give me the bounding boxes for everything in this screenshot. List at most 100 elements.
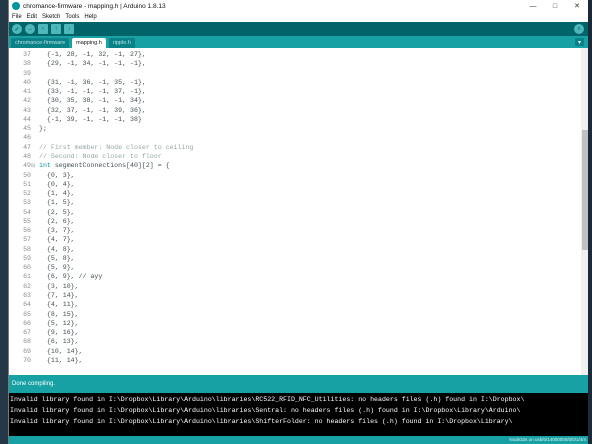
line-number: 68 — [23, 338, 31, 346]
keyword: int — [39, 162, 51, 170]
code-line: {2, 5}, — [39, 208, 75, 216]
line-number: 58 — [23, 245, 31, 253]
line-number: 53 — [23, 199, 31, 207]
code-line: {10, 14}, — [39, 347, 83, 355]
line-number: 49 — [23, 162, 31, 170]
serial-monitor-button[interactable]: ⌕ — [574, 24, 584, 34]
code-line: {2, 6}, — [39, 217, 75, 225]
new-button[interactable]: ▫ — [38, 24, 48, 34]
line-number: 52 — [23, 190, 31, 198]
title-bar: chromance-firmware - mapping.h | Arduino… — [9, 0, 588, 12]
code-line: {3, 10}, — [39, 282, 79, 290]
line-number-gutter: 37 38 39 40 41 42 43 44 45 46 47 48 49 50 51 52 53 54 55 56… — [9, 48, 33, 375]
line-number: 59 — [23, 254, 31, 262]
verify-icon: ✓ — [14, 26, 20, 33]
menu-edit[interactable]: Edit — [27, 14, 37, 20]
save-button[interactable]: ↓ — [64, 24, 74, 34]
code-line: {30, 35, 38, -1, -1, 34}, — [39, 97, 146, 105]
vertical-scrollbar[interactable] — [581, 48, 588, 375]
code-line: {0, 4}, — [39, 180, 75, 188]
code-editor[interactable]: 37 38 39 40 41 42 43 44 45 46 47 48 49 50 51 52 53 54 55 56… — [9, 48, 588, 375]
open-icon: ↑ — [54, 26, 58, 32]
line-number: 39 — [23, 69, 31, 77]
line-number: 65 — [23, 310, 31, 318]
line-number: 56 — [23, 227, 31, 235]
code-line: {5, 8}, — [39, 254, 75, 262]
line-number: 48 — [23, 152, 31, 160]
code-line: {5, 9}, — [39, 264, 75, 272]
line-number: 38 — [23, 60, 31, 68]
line-number: 70 — [23, 356, 31, 364]
menu-file[interactable]: File — [12, 14, 22, 20]
code-line: {3, 7}, — [39, 227, 75, 235]
code-line: {6, 9}, // ayy — [39, 273, 103, 281]
status-message: Done compiling. — [12, 381, 56, 387]
code-line: {4, 8}, — [39, 245, 75, 253]
code-line: {9, 16}, — [39, 329, 79, 337]
code-line: {11, 14}, — [39, 356, 83, 364]
arduino-icon — [12, 2, 20, 10]
maximize-button[interactable]: □ — [544, 0, 566, 12]
code-line: {-1, 28, -1, 32, -1, 27}, — [39, 51, 146, 58]
line-number: 66 — [23, 319, 31, 327]
serial-monitor-icon: ⌕ — [577, 25, 581, 32]
line-number: 61 — [23, 273, 31, 281]
line-number: 69 — [23, 347, 31, 355]
tab-menu-button[interactable]: ▾ — [575, 38, 584, 46]
line-number: 45 — [23, 125, 31, 133]
line-number: 42 — [23, 97, 31, 105]
line-number: 63 — [23, 292, 31, 300]
window-controls: — □ ✕ — [522, 0, 588, 12]
line-number: 47 — [23, 143, 31, 151]
line-number: 46 — [23, 134, 31, 142]
chevron-down-icon: ▾ — [577, 39, 581, 46]
line-number: 55 — [23, 217, 31, 225]
line-number: 60 — [23, 264, 31, 272]
console-output[interactable]: Invalid library found in I:\Dropbox\Libr… — [9, 393, 588, 436]
tab-ripple-h[interactable]: ripple.h — [108, 38, 135, 48]
tab-mapping-h[interactable]: mapping.h — [72, 38, 106, 48]
menu-help[interactable]: Help — [84, 14, 96, 20]
line-number: 40 — [23, 78, 31, 86]
code-line: {-1, 39, -1, -1, -1, 38} — [39, 115, 142, 123]
new-icon: ▫ — [41, 26, 45, 32]
menu-tools[interactable]: Tools — [65, 14, 79, 20]
line-number: 64 — [23, 301, 31, 309]
line-number: 44 — [23, 115, 31, 123]
arduino-ide-window: chromance-firmware - mapping.h | Arduino… — [8, 0, 588, 444]
line-number: 67 — [23, 329, 31, 337]
upload-icon: → — [27, 26, 33, 32]
console-line: Invalid library found in I:\Dropbox\Libr… — [10, 418, 513, 425]
code-line: {33, -1, -1, -1, 37, -1}, — [39, 88, 146, 96]
tab-chromance-firmware[interactable]: chromance-firmware — [11, 38, 70, 48]
toolbar: ✓ → ▫ ↑ ↓ ⌕ — [9, 22, 588, 36]
fold-toggle-icon[interactable]: ⊟ — [31, 163, 35, 169]
verify-button[interactable]: ✓ — [12, 24, 22, 34]
code-line: {8, 15}, — [39, 310, 79, 318]
upload-button[interactable]: → — [25, 24, 35, 34]
close-button[interactable]: ✕ — [566, 0, 588, 12]
scrollbar-thumb[interactable] — [582, 130, 588, 250]
code-line: {1, 4}, — [39, 190, 75, 198]
open-button[interactable]: ↑ — [51, 24, 61, 34]
code-line: int segmentConnections[40][2] = { — [39, 162, 170, 170]
code-line: {4, 11}, — [39, 301, 79, 309]
save-icon: ↓ — [67, 26, 71, 32]
menu-bar: File Edit Sketch Tools Help — [9, 12, 588, 22]
code-line: {7, 14}, — [39, 292, 79, 300]
line-number: 43 — [23, 106, 31, 114]
menu-sketch[interactable]: Sketch — [42, 14, 60, 20]
line-number: 37 — [23, 51, 31, 58]
code-line: {32, 37, -1, -1, 39, 36}, — [39, 106, 146, 114]
code-line: // First member: Node closer to ceiling — [39, 143, 194, 151]
code-line: {31, -1, 36, -1, 35, -1}, — [39, 78, 146, 86]
line-number: 62 — [23, 282, 31, 290]
code-line: {6, 13}, — [39, 338, 79, 346]
code-line: {5, 12}, — [39, 319, 79, 327]
window-title: chromance-firmware - mapping.h | Arduino… — [23, 2, 166, 10]
minimize-button[interactable]: — — [522, 0, 544, 12]
code-line: {4, 7}, — [39, 236, 75, 244]
code-line: {29, -1, 34, -1, -1, -1}, — [39, 60, 146, 68]
status-bar: Done compiling. — [9, 375, 588, 393]
line-number: 57 — [23, 236, 31, 244]
